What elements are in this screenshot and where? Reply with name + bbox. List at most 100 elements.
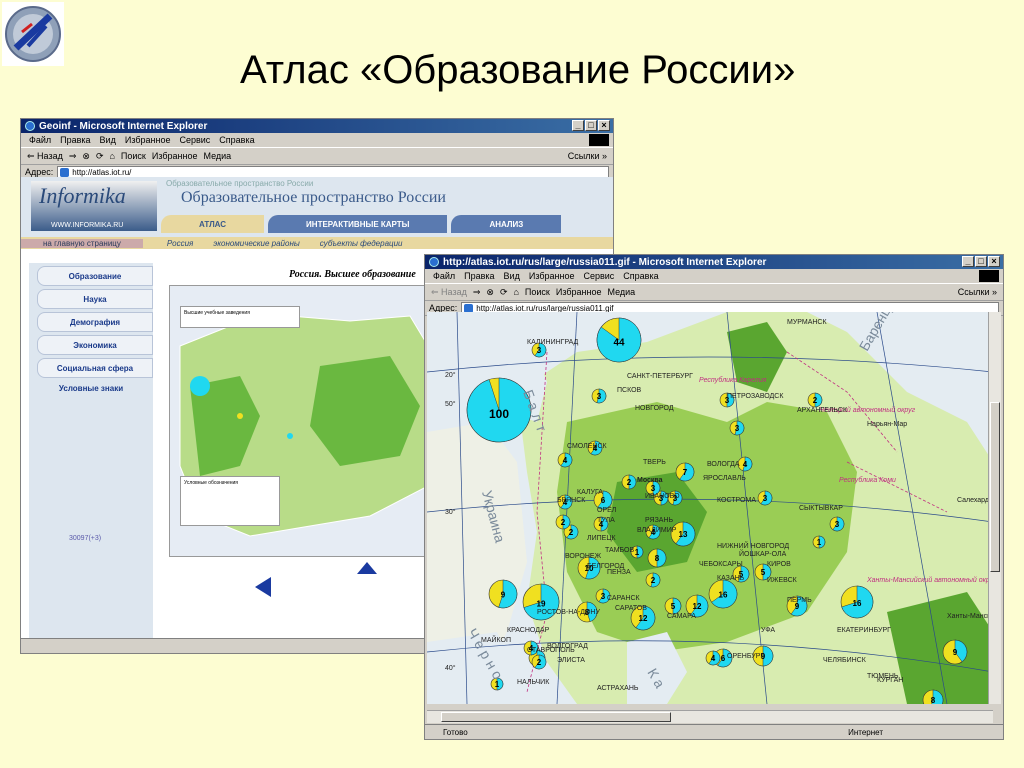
- menu-tools[interactable]: Сервис: [179, 135, 210, 145]
- menu-file[interactable]: Файл: [433, 271, 455, 281]
- city-label: РОСТОВ-НА-ДОНУ: [537, 609, 600, 616]
- forward-button[interactable]: ⇒: [473, 287, 481, 298]
- title-bar[interactable]: Geoinf - Microsoft Internet Explorer _ □…: [21, 119, 613, 133]
- maximize-button[interactable]: □: [975, 256, 987, 267]
- region-label: Республика Карелия: [699, 376, 767, 384]
- pie-count-label: 2: [537, 658, 542, 667]
- city-label: САМАРА: [667, 613, 696, 620]
- home-icon[interactable]: ⌂: [513, 287, 518, 297]
- pie-marker: 3: [757, 490, 773, 506]
- site-logo[interactable]: Informika WWW.INFORMIKA.RU: [31, 181, 157, 231]
- minimize-button[interactable]: _: [572, 120, 584, 131]
- media-button[interactable]: Медиа: [204, 151, 232, 161]
- horizontal-scrollbar[interactable]: [427, 710, 993, 723]
- menu-edit[interactable]: Правка: [464, 271, 494, 281]
- forward-button[interactable]: ⇒: [69, 151, 77, 162]
- city-label: ПЕТРОЗАВОДСК: [727, 393, 784, 400]
- subnav-economic-regions[interactable]: экономические районы: [203, 239, 309, 248]
- favorites-button[interactable]: Избранное: [152, 151, 198, 161]
- menu-favorites[interactable]: Избранное: [529, 271, 575, 281]
- vertical-scroll-thumb[interactable]: [990, 402, 1000, 572]
- menu-edit[interactable]: Правка: [60, 135, 90, 145]
- windows-flag-icon: [589, 134, 609, 146]
- search-button[interactable]: Поиск: [121, 151, 146, 161]
- menu-view[interactable]: Вид: [100, 135, 116, 145]
- refresh-icon[interactable]: ⟳: [96, 151, 104, 162]
- media-button[interactable]: Медиа: [608, 287, 636, 297]
- maximize-button[interactable]: □: [585, 120, 597, 131]
- pie-marker: 4: [737, 456, 753, 472]
- city-label: САРАТОВ: [615, 605, 647, 612]
- stop-icon[interactable]: ⊗: [486, 287, 494, 298]
- map-graphic: 1004419161613121210999988876665554444444…: [427, 312, 993, 704]
- menu-view[interactable]: Вид: [504, 271, 520, 281]
- city-label: ЧЕБОКСАРЫ: [699, 561, 743, 568]
- status-text: Готово: [443, 727, 468, 737]
- back-button[interactable]: ⇐ Назад: [27, 151, 63, 162]
- close-button[interactable]: ×: [988, 256, 1000, 267]
- pie-count-label: 3: [601, 592, 606, 601]
- sidebar-item-social[interactable]: Социальная сфера: [37, 358, 153, 378]
- links-label[interactable]: Ссылки »: [958, 287, 997, 297]
- pie-marker: 16: [840, 585, 874, 619]
- tab-atlas[interactable]: АТЛАС: [161, 215, 265, 233]
- stop-icon[interactable]: ⊗: [82, 151, 90, 162]
- menu-file[interactable]: Файл: [29, 135, 51, 145]
- city-label: Москва: [637, 477, 663, 484]
- russia-education-map[interactable]: 1004419161613121210999988876665554444444…: [427, 312, 993, 704]
- pie-marker: 8: [647, 548, 667, 568]
- title-bar[interactable]: http://atlas.iot.ru/rus/large/russia011.…: [425, 255, 1003, 269]
- city-label: ПЕРМЬ: [787, 597, 812, 604]
- close-button[interactable]: ×: [598, 120, 610, 131]
- tab-interactive-maps[interactable]: ИНТЕРАКТИВНЫЕ КАРТЫ: [268, 215, 448, 233]
- search-button[interactable]: Поиск: [525, 287, 550, 297]
- pie-count-label: 9: [501, 591, 506, 600]
- back-button[interactable]: ⇐ Назад: [431, 287, 467, 298]
- pie-count-label: 2: [627, 478, 632, 487]
- pie-count-label: 8: [931, 696, 936, 704]
- tab-analysis[interactable]: АНАЛИЗ: [451, 215, 562, 233]
- toolbar: ⇐ Назад ⇒ ⊗ ⟳ ⌂ Поиск Избранное Медиа Сс…: [425, 284, 1003, 301]
- city-label: САРАНСК: [607, 595, 641, 602]
- pie-count-label: 4: [711, 654, 716, 663]
- city-label: ВЛАДИМИР: [637, 527, 677, 534]
- sidebar-item-science[interactable]: Наука: [37, 289, 153, 309]
- sidebar-item-education[interactable]: Образование: [37, 266, 153, 286]
- city-label: НИЖНИЙ НОВГОРОД: [717, 541, 789, 550]
- home-link[interactable]: на главную страницу: [21, 238, 143, 248]
- pie-count-label: 16: [719, 591, 728, 600]
- city-label: ВОРОНЕЖ: [565, 553, 602, 560]
- city-label: НАЛЬЧИК: [517, 679, 550, 686]
- pie-count-label: 3: [835, 520, 840, 529]
- sidebar-item-legend[interactable]: Условные знаки: [29, 384, 153, 393]
- refresh-icon[interactable]: ⟳: [500, 287, 508, 298]
- pie-count-label: 7: [683, 468, 688, 477]
- links-label[interactable]: Ссылки »: [568, 151, 607, 161]
- nav-arrow-left-icon[interactable]: [255, 577, 275, 597]
- header-subtitle: Образовательное пространство России: [166, 179, 314, 188]
- vertical-scrollbar[interactable]: [988, 312, 1001, 704]
- city-label: ТАМБОВ: [605, 547, 635, 554]
- sidebar-item-demography[interactable]: Демография: [37, 312, 153, 332]
- pie-marker: 7: [675, 462, 695, 482]
- menu-help[interactable]: Справка: [623, 271, 658, 281]
- sub-navigation: на главную страницу Россия экономические…: [21, 237, 613, 249]
- menu-help[interactable]: Справка: [219, 135, 254, 145]
- menu-favorites[interactable]: Избранное: [125, 135, 171, 145]
- home-icon[interactable]: ⌂: [109, 151, 114, 161]
- city-label: САНКТ-ПЕТЕРБУРГ: [627, 373, 693, 380]
- subnav-federal-subjects[interactable]: субъекты федерации: [310, 239, 413, 248]
- pie-count-label: 3: [763, 494, 768, 503]
- sidebar-item-economy[interactable]: Экономика: [37, 335, 153, 355]
- nav-arrow-up-icon[interactable]: [357, 562, 377, 576]
- minimize-button[interactable]: _: [962, 256, 974, 267]
- favorites-button[interactable]: Избранное: [556, 287, 602, 297]
- russia-map-thumbnail[interactable]: Высшие учебные заведения Условные обозна…: [169, 285, 431, 557]
- pie-count-label: 44: [614, 338, 625, 349]
- sidebar: Образование Наука Демография Экономика С…: [29, 263, 153, 639]
- horizontal-scroll-thumb[interactable]: [441, 712, 671, 722]
- pie-marker: 16: [708, 579, 738, 609]
- subnav-russia[interactable]: Россия: [157, 239, 203, 248]
- informika-logo: [2, 2, 64, 66]
- menu-tools[interactable]: Сервис: [583, 271, 614, 281]
